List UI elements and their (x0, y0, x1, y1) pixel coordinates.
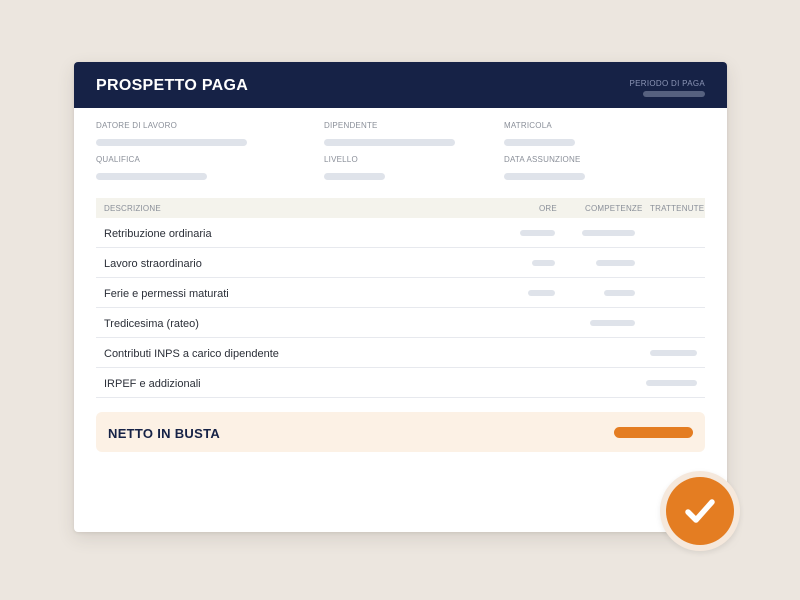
employee-field: DIPENDENTE (324, 121, 455, 146)
row-description: Lavoro straordinario (104, 258, 202, 270)
qualification-value-placeholder (96, 173, 207, 180)
checkmark-icon (666, 477, 734, 545)
payslip-title: PROSPETTO PAGA (96, 77, 249, 94)
column-header-hours: ORE (539, 204, 557, 213)
deductions-placeholder (646, 380, 697, 386)
hire-date-value-placeholder (504, 173, 585, 180)
net-pay-label: NETTO IN BUSTA (108, 426, 221, 441)
verified-badge (660, 471, 740, 551)
employer-value-placeholder (96, 139, 247, 146)
level-label: LIVELLO (324, 155, 358, 164)
table-header: DESCRIZIONE ORE COMPETENZE TRATTENUTE (96, 198, 705, 218)
employee-label: DIPENDENTE (324, 121, 378, 130)
pay-period-label: PERIODO DI PAGA (629, 79, 705, 88)
employee-value-placeholder (324, 139, 455, 146)
net-pay-box: NETTO IN BUSTA (96, 412, 705, 452)
hours-placeholder (532, 260, 555, 266)
qualification-field: QUALIFICA (96, 155, 207, 180)
column-header-description: DESCRIZIONE (104, 204, 161, 213)
column-header-earnings: COMPETENZE (585, 204, 643, 213)
table-row: Tredicesima (rateo) (96, 308, 705, 338)
hours-placeholder (520, 230, 555, 236)
employer-label: DATORE DI LAVORO (96, 121, 177, 130)
net-pay-amount-placeholder (614, 427, 693, 438)
row-description: Retribuzione ordinaria (104, 228, 212, 240)
id-value-placeholder (504, 139, 575, 146)
employer-field: DATORE DI LAVORO (96, 121, 247, 146)
id-field: MATRICOLA (504, 121, 575, 146)
hours-placeholder (528, 290, 555, 296)
payslip-info: DATORE DI LAVORO DIPENDENTE MATRICOLA QU… (74, 108, 727, 198)
earnings-placeholder (604, 290, 635, 296)
qualification-label: QUALIFICA (96, 155, 141, 164)
id-label: MATRICOLA (504, 121, 552, 130)
table-row: Retribuzione ordinaria (96, 218, 705, 248)
level-value-placeholder (324, 173, 385, 180)
earnings-placeholder (590, 320, 635, 326)
earnings-placeholder (582, 230, 635, 236)
table-row: IRPEF e addizionali (96, 368, 705, 398)
table-row: Ferie e permessi maturati (96, 278, 705, 308)
deductions-placeholder (650, 350, 697, 356)
hire-date-label: DATA ASSUNZIONE (504, 155, 581, 164)
row-description: Contributi INPS a carico dipendente (104, 348, 279, 360)
table-row: Lavoro straordinario (96, 248, 705, 278)
pay-period-value-placeholder (643, 91, 705, 97)
column-header-deductions: TRATTENUTE (650, 204, 705, 213)
earnings-placeholder (596, 260, 635, 266)
row-description: IRPEF e addizionali (104, 378, 201, 390)
row-description: Ferie e permessi maturati (104, 288, 229, 300)
payslip-table: DESCRIZIONE ORE COMPETENZE TRATTENUTE Re… (96, 198, 705, 398)
payslip-card: PROSPETTO PAGA PERIODO DI PAGA DATORE DI… (74, 62, 727, 532)
hire-date-field: DATA ASSUNZIONE (504, 155, 585, 180)
payslip-header: PROSPETTO PAGA PERIODO DI PAGA (74, 62, 727, 108)
row-description: Tredicesima (rateo) (104, 318, 199, 330)
table-row: Contributi INPS a carico dipendente (96, 338, 705, 368)
level-field: LIVELLO (324, 155, 385, 180)
